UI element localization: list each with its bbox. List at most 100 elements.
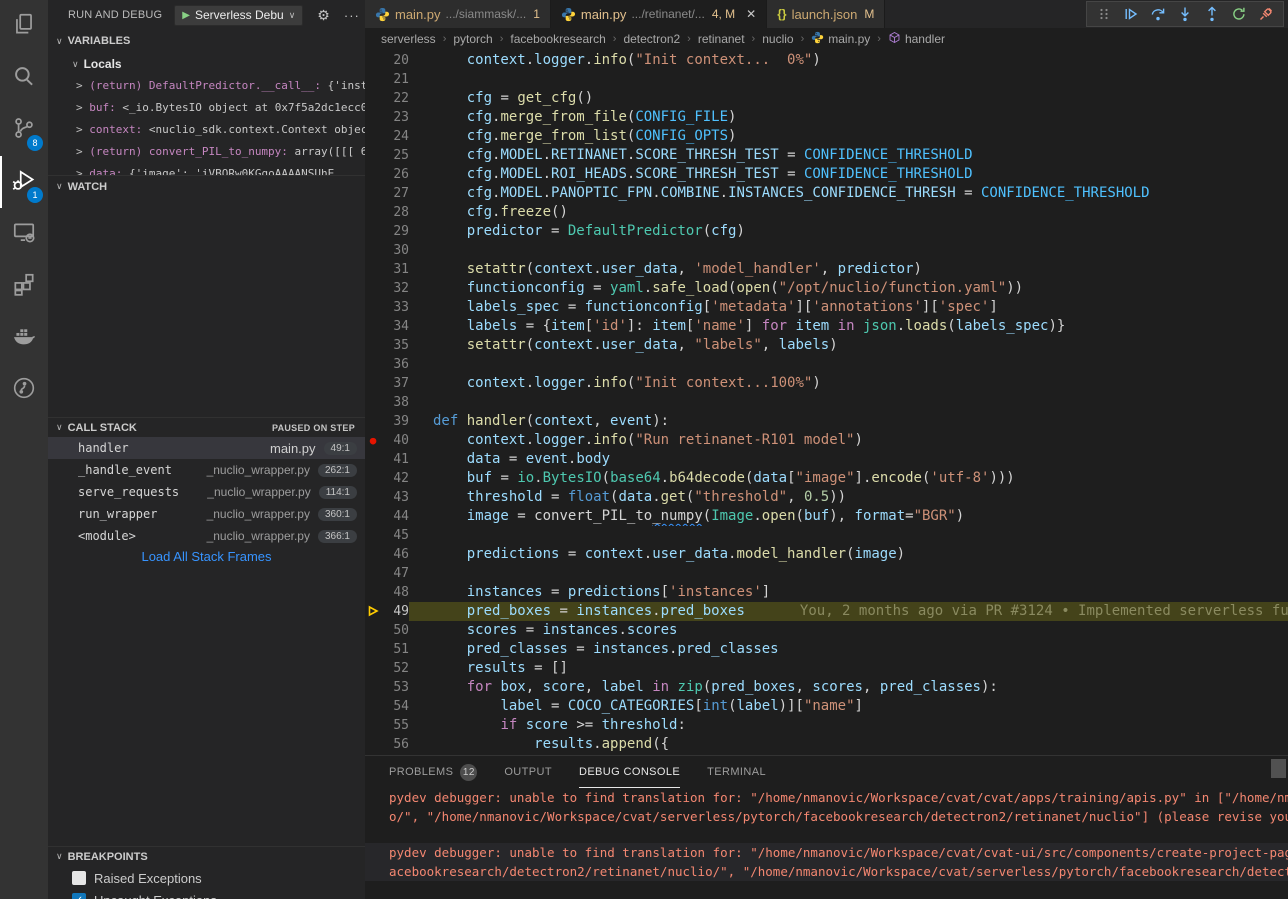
- breadcrumb-item-facebookresearch[interactable]: facebookresearch: [510, 32, 605, 46]
- call-stack-section-header[interactable]: ∨ CALL STACK PAUSED ON STEP: [48, 417, 365, 437]
- editor-tab-launch.json[interactable]: {}launch.jsonM: [767, 0, 885, 28]
- stack-frame-row[interactable]: handlermain.py49:1: [48, 437, 365, 459]
- panel-tab-output[interactable]: OUTPUT: [504, 756, 552, 788]
- activity-source-control[interactable]: 8: [0, 104, 48, 156]
- editor-tab-main.py[interactable]: main.py.../siammask/...1: [365, 0, 551, 28]
- console-log-entry[interactable]: pydev debugger: unable to find translati…: [365, 788, 1288, 826]
- gutter-cell[interactable]: [365, 374, 381, 393]
- launch-config-dropdown[interactable]: ▶ Serverless Debu ∨: [174, 5, 303, 26]
- continue-icon[interactable]: [1123, 6, 1139, 22]
- variable-row[interactable]: > (return) DefaultPredictor.__call__: {'…: [48, 75, 365, 97]
- more-actions-icon[interactable]: ···: [344, 8, 360, 23]
- panel-tab-terminal[interactable]: TERMINAL: [707, 756, 766, 788]
- breakpoint-uncaught-exceptions[interactable]: ✓ Uncaught Exceptions: [48, 889, 365, 899]
- panel-tab-problems[interactable]: PROBLEMS12: [389, 756, 477, 788]
- gutter-cell[interactable]: [365, 298, 381, 317]
- code-area[interactable]: 20 context.logger.info("Init context... …: [365, 50, 1288, 755]
- step-out-icon[interactable]: [1204, 6, 1220, 22]
- panel-tab-debug-console[interactable]: DEBUG CONSOLE: [579, 756, 680, 788]
- breakpoint-raised-exceptions[interactable]: Raised Exceptions: [48, 867, 365, 889]
- variable-row[interactable]: > (return) convert_PIL_to_numpy: array([…: [48, 141, 365, 163]
- close-icon[interactable]: ✕: [746, 7, 756, 21]
- line-number: 33: [381, 298, 409, 317]
- breakpoint-icon[interactable]: ●: [365, 431, 381, 450]
- gutter-cell[interactable]: [365, 336, 381, 355]
- gutter-cell[interactable]: [365, 678, 381, 697]
- gutter-cell[interactable]: [365, 184, 381, 203]
- activity-remote-explorer[interactable]: [0, 208, 48, 260]
- activity-extensions[interactable]: [0, 260, 48, 312]
- breadcrumb-item-main.py[interactable]: main.py: [811, 31, 870, 47]
- disconnect-icon[interactable]: [1258, 6, 1274, 22]
- activity-commit-graph[interactable]: [0, 364, 48, 416]
- gutter-cell[interactable]: [365, 450, 381, 469]
- breadcrumb-item-serverless[interactable]: serverless: [381, 32, 436, 46]
- breadcrumb-item-pytorch[interactable]: pytorch: [453, 32, 492, 46]
- breadcrumb-item-nuclio[interactable]: nuclio: [762, 32, 793, 46]
- gutter-cell[interactable]: [365, 469, 381, 488]
- gutter-cell[interactable]: [365, 317, 381, 336]
- activity-run-debug[interactable]: 1: [0, 156, 48, 208]
- gutter-cell[interactable]: [365, 507, 381, 526]
- editor-tab-main.py[interactable]: main.py.../retinanet/...4, M✕: [551, 0, 767, 28]
- stack-frame-row[interactable]: <module>_nuclio_wrapper.py366:1: [48, 525, 365, 547]
- gutter-cell[interactable]: [365, 165, 381, 184]
- variable-row[interactable]: > data: {'image': 'iVBORw0KGgoAAAANSUhE…: [48, 163, 365, 175]
- stack-frame-row[interactable]: run_wrapper_nuclio_wrapper.py360:1: [48, 503, 365, 525]
- gutter-cell[interactable]: [365, 412, 381, 431]
- debug-console-output[interactable]: pydev debugger: unable to find translati…: [365, 788, 1288, 881]
- gutter-cell[interactable]: [365, 735, 381, 754]
- gutter-cell[interactable]: [365, 222, 381, 241]
- code-line-21: 21: [365, 70, 1288, 89]
- code-line-31: 31 setattr(context.user_data, 'model_han…: [365, 260, 1288, 279]
- variables-section-header[interactable]: ∨ VARIABLES: [48, 31, 365, 51]
- line-number: 31: [381, 260, 409, 279]
- gutter-cell[interactable]: [365, 526, 381, 545]
- gutter-cell[interactable]: [365, 393, 381, 412]
- gutter-cell[interactable]: [365, 51, 381, 70]
- activity-search[interactable]: [0, 52, 48, 104]
- activity-docker[interactable]: [0, 312, 48, 364]
- panel-scrollbar-thumb[interactable]: [1271, 759, 1286, 778]
- locals-scope-row[interactable]: ∨ Locals: [48, 53, 365, 75]
- breadcrumb-item-handler[interactable]: handler: [888, 31, 945, 47]
- breadcrumb-item-detectron2[interactable]: detectron2: [623, 32, 680, 46]
- gutter-cell[interactable]: [365, 108, 381, 127]
- gutter-cell[interactable]: [365, 203, 381, 222]
- load-all-stack-frames-link[interactable]: Load All Stack Frames: [48, 549, 365, 569]
- gutter-cell[interactable]: [365, 89, 381, 108]
- checkbox-unchecked[interactable]: [72, 871, 86, 885]
- variable-row[interactable]: > context: <nuclio_sdk.context.Context o…: [48, 119, 365, 141]
- breakpoints-section-header[interactable]: ∨ BREAKPOINTS: [48, 846, 365, 866]
- restart-icon[interactable]: [1231, 6, 1247, 22]
- watch-section-header[interactable]: ∨ WATCH: [48, 175, 365, 197]
- gutter-cell[interactable]: [365, 355, 381, 374]
- gear-icon[interactable]: ⚙: [317, 7, 330, 24]
- activity-files[interactable]: [0, 0, 48, 52]
- stack-frame-row[interactable]: serve_requests_nuclio_wrapper.py114:1: [48, 481, 365, 503]
- gutter-cell[interactable]: [365, 545, 381, 564]
- gutter-cell[interactable]: [365, 621, 381, 640]
- gutter-cell[interactable]: [365, 640, 381, 659]
- gutter-cell[interactable]: [365, 488, 381, 507]
- gutter-cell[interactable]: [365, 260, 381, 279]
- step-into-icon[interactable]: [1177, 6, 1193, 22]
- gutter-cell[interactable]: [365, 564, 381, 583]
- gutter-cell[interactable]: [365, 659, 381, 678]
- gutter-cell[interactable]: [365, 697, 381, 716]
- gutter-cell[interactable]: [365, 583, 381, 602]
- gutter-cell[interactable]: [365, 70, 381, 89]
- gutter-cell[interactable]: [365, 127, 381, 146]
- gutter-cell[interactable]: [365, 279, 381, 298]
- console-log-entry[interactable]: pydev debugger: unable to find translati…: [365, 843, 1288, 881]
- step-over-icon[interactable]: [1150, 6, 1166, 22]
- breadcrumb-item-retinanet[interactable]: retinanet: [698, 32, 745, 46]
- gutter-cell[interactable]: [365, 241, 381, 260]
- stack-frame-row[interactable]: _handle_event_nuclio_wrapper.py262:1: [48, 459, 365, 481]
- current-line-arrow-icon[interactable]: [365, 602, 381, 621]
- frame-name: run_wrapper: [78, 507, 157, 521]
- gutter-cell[interactable]: [365, 146, 381, 165]
- variable-row[interactable]: > buf: <_io.BytesIO object at 0x7f5a2dc1…: [48, 97, 365, 119]
- gutter-cell[interactable]: [365, 716, 381, 735]
- checkbox-checked[interactable]: ✓: [72, 893, 86, 899]
